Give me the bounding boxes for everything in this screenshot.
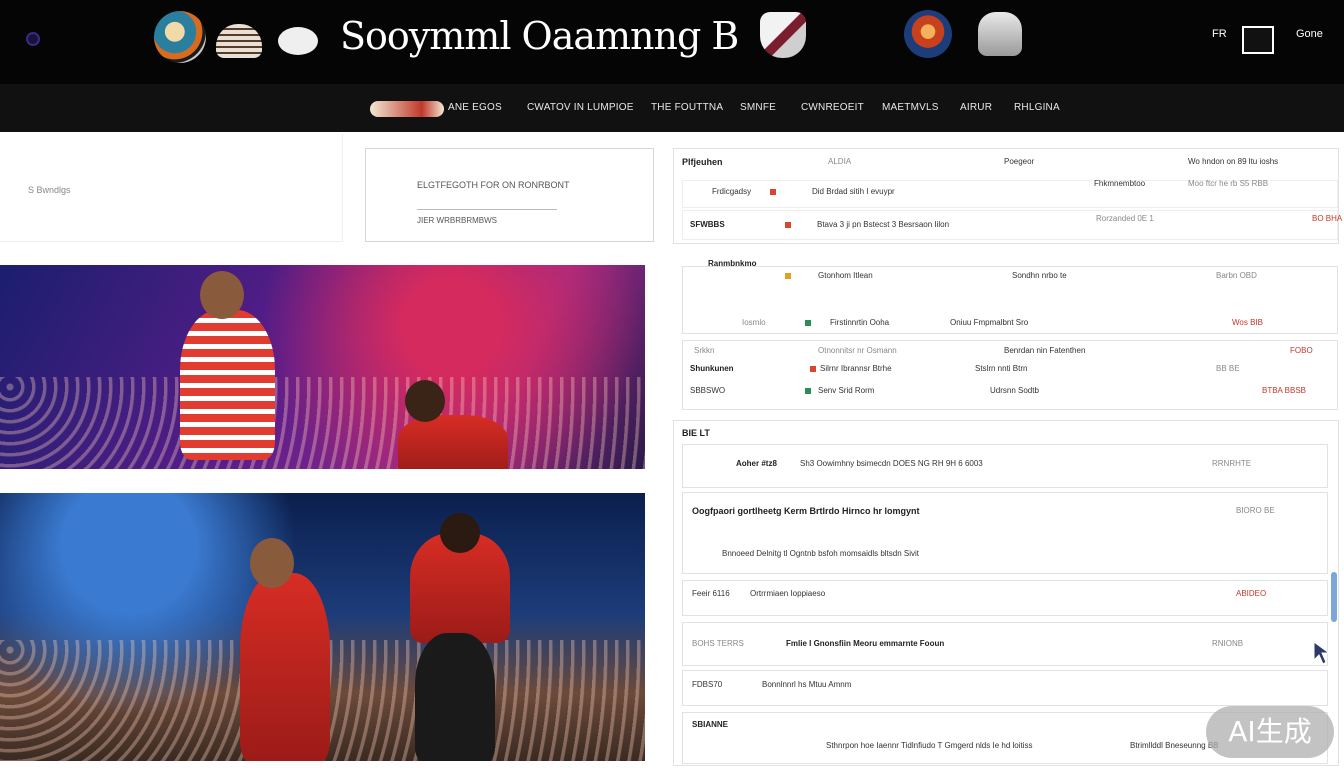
nav-item-8[interactable]: RHLGINA bbox=[1014, 102, 1060, 113]
feed-item-meta: Sh3 Oowimhny bsimecdn DOES NG RH 9H 6 60… bbox=[800, 459, 983, 468]
feed-item-right: Btrimllddl Bneseunng BB bbox=[1130, 741, 1219, 750]
language-link[interactable]: FR bbox=[1212, 28, 1227, 40]
feed-section-label: BIE LT bbox=[682, 428, 710, 438]
promo-subtitle: JIER WRBRBRMBWS bbox=[417, 216, 497, 225]
team-flag-icon bbox=[785, 273, 791, 279]
feed-item-meta: Bnnoeed Delnitg tl Ogntnb bsfoh momsaidl… bbox=[722, 549, 919, 558]
filter-label[interactable]: S Bwndlgs bbox=[28, 185, 71, 195]
feed-item-title: BOHS TERRS bbox=[692, 639, 744, 648]
row-score: BTBA BBSB bbox=[1262, 386, 1307, 395]
nav-item-1[interactable]: ANE EGOS bbox=[448, 102, 502, 113]
row-detail: Rorzanded 0E 1 bbox=[1096, 214, 1154, 223]
feed-item-right: BIORO BE bbox=[1236, 506, 1275, 515]
player-striped bbox=[180, 310, 275, 460]
ai-generated-watermark: AI生成 bbox=[1206, 706, 1334, 758]
row-team: Shunkunen bbox=[690, 364, 734, 373]
row-score: Moo ftcr he rb S5 RBB bbox=[1188, 179, 1269, 188]
row-team: Frdicgadsy bbox=[712, 187, 752, 196]
feed-item-right: ABIDEO bbox=[1236, 589, 1267, 598]
flag-icon[interactable] bbox=[1242, 26, 1274, 54]
promo-divider bbox=[417, 209, 557, 210]
feed-item-right: RRNRHTE bbox=[1212, 459, 1252, 468]
results-col-1[interactable]: Plfjeuhen bbox=[682, 157, 723, 167]
row-detail: Sondhn nrbo te bbox=[1012, 271, 1067, 280]
cap-logo-icon bbox=[216, 24, 262, 58]
shield-emblem-icon bbox=[760, 12, 806, 58]
row-team: Ranmbnkmo bbox=[708, 259, 757, 268]
nav-item-4[interactable]: SMNFE bbox=[740, 102, 776, 113]
feed-item-meta: Fmlie I Gnonsfiin Meoru emmarnte Fooun bbox=[786, 639, 945, 648]
results-col-3[interactable]: Poegeor bbox=[1004, 157, 1034, 166]
nav-badge-icon[interactable] bbox=[370, 101, 444, 117]
nav-item-5[interactable]: CWNREOEIT bbox=[801, 102, 864, 113]
row-team: SBBSWO bbox=[690, 386, 726, 395]
team-flag-icon bbox=[770, 189, 776, 195]
ball-emblem-icon bbox=[904, 10, 952, 58]
feed-item-meta: Ortrrmiaen Ioppiaeso bbox=[750, 589, 826, 598]
user-link[interactable]: Gone bbox=[1296, 28, 1323, 40]
results-col-2[interactable]: ALDIA bbox=[828, 157, 851, 166]
feed-item-title: Aoher #tz8 bbox=[736, 459, 777, 468]
player-head bbox=[200, 271, 244, 319]
team-flag-icon bbox=[785, 222, 791, 228]
feed-item[interactable] bbox=[682, 492, 1328, 574]
player-head-3 bbox=[250, 538, 294, 588]
player-shorts bbox=[415, 633, 495, 761]
nav-item-6[interactable]: MAETMVLS bbox=[882, 102, 939, 113]
feed-item-meta: Sthnrpon hoe Iaennr Tidlnfiudo T Gmgerd … bbox=[826, 741, 1033, 750]
row-desc: Senv Srid Rorm bbox=[818, 386, 875, 395]
scrollbar-thumb[interactable] bbox=[1331, 572, 1337, 622]
player-red-left bbox=[240, 573, 330, 761]
crowd-texture bbox=[0, 377, 645, 469]
feed-item-title: Feeir 6116 bbox=[692, 589, 730, 598]
feed-item-title: Oogfpaori gortlheetg Kerm Brtlrdo Hirnco… bbox=[692, 506, 920, 516]
feed-item-title: FDBS70 bbox=[692, 680, 723, 689]
row-desc: Firstinnrtin Ooha bbox=[830, 318, 890, 327]
nav-item-2[interactable]: CWATOV IN LUMPIOE bbox=[527, 102, 634, 113]
row-score: BO BHA bbox=[1312, 214, 1343, 223]
team-flag-icon bbox=[810, 366, 816, 372]
site-brand-title[interactable]: Sooymml Oaamnng B bbox=[340, 14, 739, 58]
promo-card[interactable] bbox=[365, 148, 654, 242]
results-col-4[interactable]: Wo hndon on 89 ltu ioshs bbox=[1188, 157, 1278, 166]
row-detail: Fhkmnembtoo bbox=[1094, 179, 1146, 188]
row-detail: Benrdan nin Fatenthen bbox=[1004, 346, 1086, 355]
row-team: Srkkn bbox=[694, 346, 715, 355]
row-team: Iosmlo bbox=[742, 318, 766, 327]
row-team: SFWBBS bbox=[690, 220, 725, 229]
promo-title: ELGTFEGOTH FOR ON RONRBONT bbox=[417, 180, 570, 190]
player-head-4 bbox=[440, 513, 480, 553]
row-detail: Udrsnn Sodtb bbox=[990, 386, 1039, 395]
team-flag-icon bbox=[805, 320, 811, 326]
match-photo-2[interactable] bbox=[0, 493, 645, 761]
nav-item-7[interactable]: AIRUR bbox=[960, 102, 992, 113]
player-emblem-icon bbox=[978, 12, 1022, 56]
player-head-2 bbox=[405, 380, 445, 422]
match-photo-1[interactable] bbox=[0, 265, 645, 469]
row-desc: Did Brdad sitih I evuypr bbox=[812, 187, 895, 196]
row-detail: Oniuu Fmpmalbnt Sro bbox=[950, 318, 1029, 327]
feed-item-meta: Bonnlnnrl hs Mtuu Amnm bbox=[762, 680, 852, 689]
results-row[interactable] bbox=[682, 210, 1338, 240]
row-desc: Silrnr Ibrannsr Btrhe bbox=[820, 364, 892, 373]
player-red bbox=[398, 415, 508, 469]
row-desc: Btava 3 ji pn Bstecst 3 Besrsaon Iilon bbox=[817, 220, 950, 229]
sport-ball-logo-icon[interactable] bbox=[154, 11, 206, 63]
feed-item-right: RNIONB bbox=[1212, 639, 1244, 648]
team-flag-icon bbox=[805, 388, 811, 394]
pill-logo-icon bbox=[278, 27, 318, 55]
row-score: FOBO bbox=[1290, 346, 1313, 355]
feed-item[interactable] bbox=[682, 580, 1328, 616]
row-desc: Gtonhom Itlean bbox=[818, 271, 873, 280]
row-score: Barbn OBD bbox=[1216, 271, 1257, 280]
globe-icon[interactable] bbox=[26, 32, 40, 46]
nav-item-3[interactable]: THE FOUTTNA bbox=[651, 102, 723, 113]
row-detail: Stslrn nnti Btrn bbox=[975, 364, 1028, 373]
row-desc: Otnonnitsr nr Osmann bbox=[818, 346, 897, 355]
row-score: Wos BIB bbox=[1232, 318, 1263, 327]
feed-item-title: SBIANNE bbox=[692, 720, 729, 729]
pointer-cursor-icon bbox=[1313, 641, 1331, 665]
row-score: BB BE bbox=[1216, 364, 1240, 373]
